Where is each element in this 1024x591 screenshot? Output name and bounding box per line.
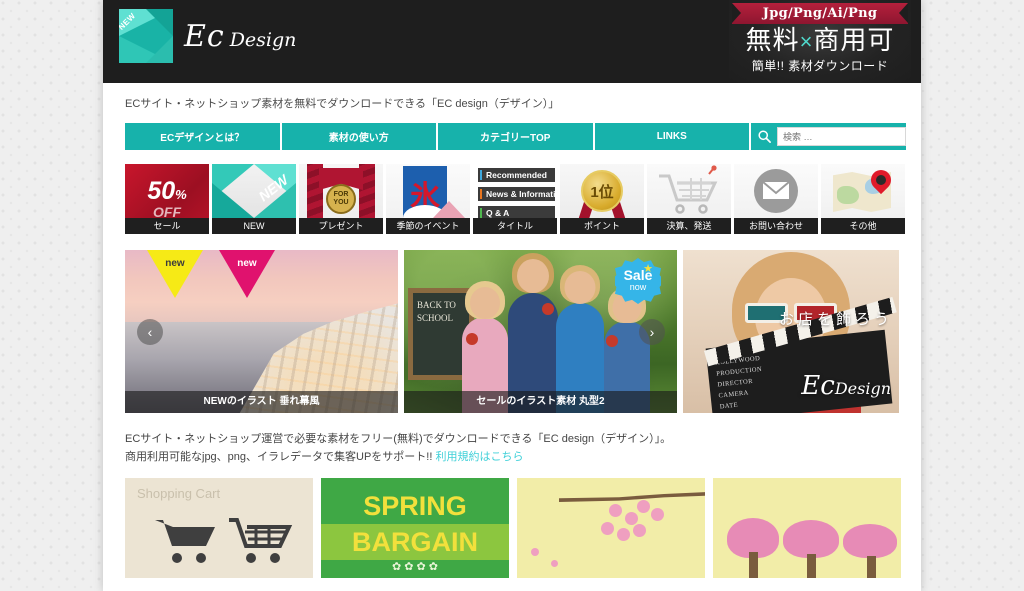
category-label: その他 (821, 218, 905, 234)
gift-medal-line2: YOU (333, 199, 349, 206)
blossom-icon (601, 522, 614, 535)
category-label: 季節のイベント (386, 218, 470, 234)
logo-wordmark-main: Ec (184, 18, 225, 54)
promo-headline: 無料×商用可 (729, 24, 911, 58)
category-contact[interactable]: お問い合わせ (734, 164, 818, 234)
category-title[interactable]: Recommended News & Information Q & A タイト… (473, 164, 557, 234)
gift-medal-line1: FOR (333, 191, 349, 198)
promo-headline-x: × (799, 29, 814, 54)
site-header: NEW Ec Design Jpg/Png/Ai/Png 無料×商用可 簡単!! … (103, 0, 921, 83)
blossom-icon (609, 504, 622, 517)
category-point[interactable]: 1位 ポイント (560, 164, 644, 234)
featured-slider: new new ‹ NEWのイラスト 垂れ幕風 BACK TO SCHOOL S… (125, 250, 907, 413)
title-bar-recommended: Recommended (478, 168, 555, 182)
material-thumbnail-row: Shopping Cart SPRING BARGAIN (125, 478, 907, 578)
sale-percent-unit: % (175, 187, 187, 202)
logo-wordmark-sub: Design (229, 28, 297, 51)
tree-trunk (867, 556, 876, 578)
nav-item-howto[interactable]: 素材の使い方 (281, 123, 438, 150)
slide-new-illustration[interactable]: new new ‹ NEWのイラスト 垂れ幕風 (125, 250, 398, 413)
category-new[interactable]: NEW NEW (212, 164, 296, 234)
blossom-icon (633, 524, 646, 537)
slide3-overlay-logo: EcDesign (801, 371, 891, 401)
description-line-2: 商用利用可能なjpg、png、イラレデータで集客UPをサポート!! 利用規約はこ… (125, 451, 524, 463)
main-navigation: ECデザインとは？ 素材の使い方 カテゴリーTOP LINKS (125, 123, 906, 150)
promo-subtext: 簡単!! 素材ダウンロード (751, 59, 889, 73)
sale-percent-number: 50 (147, 177, 176, 205)
category-other[interactable]: その他 (821, 164, 905, 234)
category-label: タイトル (473, 218, 557, 234)
slider-next-button[interactable]: › (639, 318, 665, 345)
blossom-icon (625, 512, 638, 525)
spring-line-1: SPRING (321, 488, 509, 524)
category-icon-row: 50% OFF セール NEW NEW FOR YOU プレゼント 氷 季節のイ… (125, 164, 907, 234)
badge-star-icon: ★ (643, 263, 653, 275)
description-line-1: ECサイト・ネットショップ運営で必要な素材をフリー(無料)でダウンロードできる「… (125, 433, 672, 445)
promo-headline-left: 無料 (745, 25, 800, 55)
category-label: NEW (212, 218, 296, 234)
site-page: NEW Ec Design Jpg/Png/Ai/Png 無料×商用可 簡単!! … (103, 0, 921, 591)
category-sale[interactable]: 50% OFF セール (125, 164, 209, 234)
logo-wordmark: Ec Design (184, 19, 296, 54)
slide-sale-illustration[interactable]: BACK TO SCHOOL Sale now ★ › セールのイラスト素材 丸… (404, 250, 677, 413)
petal-icon (531, 548, 539, 556)
petal-icon (551, 560, 558, 567)
category-present[interactable]: FOR YOU プレゼント (299, 164, 383, 234)
title-bar-news: News & Information (478, 187, 555, 201)
slide3-overlay-text: お店を飾ろう (778, 311, 893, 328)
category-label: セール (125, 218, 209, 234)
search-input[interactable] (777, 127, 906, 146)
promo-headline-right: 商用可 (813, 25, 895, 55)
category-label: 決算、発送 (647, 218, 731, 234)
thumb-cherry-branch[interactable] (517, 478, 705, 578)
logo-mark-icon: NEW (119, 9, 173, 63)
nav-item-about[interactable]: ECデザインとは？ (125, 123, 282, 150)
slide-decorate-shop[interactable]: HOLLYWOOD PRODUCTION DIRECTOR CAMERA DAT… (683, 250, 899, 413)
promo-formats-ribbon: Jpg/Png/Ai/Png (732, 3, 908, 24)
category-payment-shipping[interactable]: 決算、発送 (647, 164, 731, 234)
site-description: ECサイト・ネットショップ運営で必要な素材をフリー(無料)でダウンロードできる「… (125, 430, 921, 466)
thumb-title: Shopping Cart (137, 486, 221, 501)
site-logo[interactable]: NEW Ec Design (119, 9, 296, 63)
slide1-tag-pink: new (219, 250, 275, 298)
category-label: プレゼント (299, 218, 383, 234)
terms-link[interactable]: 利用規約はこちら (436, 451, 524, 463)
nav-item-category-top[interactable]: カテゴリーTOP (438, 123, 595, 150)
tree-crown (783, 520, 839, 558)
blossom-icon (637, 500, 650, 513)
cart-illustration-icon (155, 518, 293, 563)
branch-shape (559, 492, 705, 502)
thumb-spring-bargain[interactable]: SPRING BARGAIN (321, 478, 509, 578)
blossom-icon (651, 508, 664, 521)
nav-item-links[interactable]: LINKS (594, 123, 751, 150)
page-tagline: ECサイト・ネットショップ素材を無料でダウンロードできる「EC design（デ… (125, 98, 560, 110)
promo-banner: Jpg/Png/Ai/Png 無料×商用可 簡単!! 素材ダウンロード (729, 0, 911, 83)
slider-prev-button[interactable]: ‹ (137, 318, 163, 345)
search-icon[interactable] (757, 129, 772, 144)
blossom-icon (617, 528, 630, 541)
tree-trunk (749, 552, 758, 578)
tree-crown (843, 524, 897, 558)
thumb-cherry-trees[interactable] (713, 478, 901, 578)
slide-caption: セールのイラスト素材 丸型2 (404, 391, 677, 413)
spring-flower-strip (321, 560, 509, 578)
search-area (751, 123, 906, 150)
spring-line-2: BARGAIN (321, 524, 509, 560)
category-label: ポイント (560, 218, 644, 234)
slide-caption: NEWのイラスト 垂れ幕風 (125, 391, 398, 413)
tree-trunk (807, 554, 816, 578)
category-label: お問い合わせ (734, 218, 818, 234)
category-seasonal-event[interactable]: 氷 季節のイベント (386, 164, 470, 234)
point-rank-text: 1位 (581, 170, 623, 212)
thumb-shopping-cart[interactable]: Shopping Cart (125, 478, 313, 578)
slide1-tag-yellow: new (147, 250, 203, 298)
